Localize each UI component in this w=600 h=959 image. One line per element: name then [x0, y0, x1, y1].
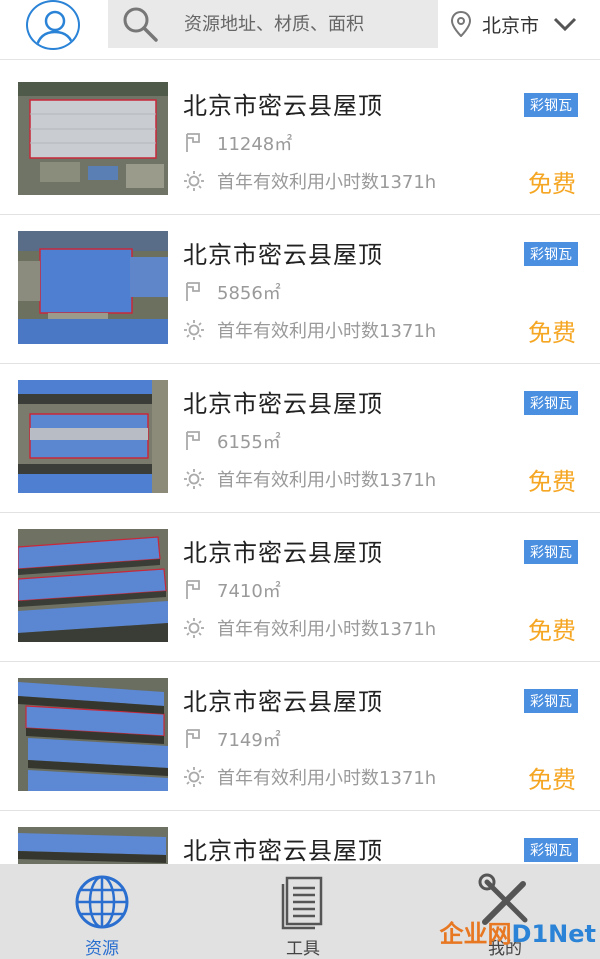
roof-satellite-image — [18, 82, 168, 195]
area-value: 6155㎡ — [217, 432, 281, 453]
hours-value: 首年有效利用小时数1371h — [217, 768, 437, 789]
area-icon — [186, 729, 200, 748]
material-badge: 彩钢瓦 — [524, 540, 578, 564]
area-row: 5856㎡ — [183, 279, 281, 305]
city-selector[interactable]: 北京市 — [450, 4, 577, 44]
list-item[interactable]: 北京市密云县屋顶 彩钢瓦 6155㎡ 首年有效利用小时数1371h 免费 — [0, 364, 600, 513]
area-value: 5856㎡ — [217, 283, 281, 304]
tab-resources-label: 资源 — [85, 939, 119, 959]
list-item[interactable]: 北京市密云县屋顶 彩钢瓦 — [0, 811, 600, 864]
price-label: 免费 — [528, 617, 576, 645]
hours-value: 首年有效利用小时数1371h — [217, 172, 437, 193]
bottom-nav: 资源 工具 我的 企业网D1Net — [0, 864, 600, 959]
item-title: 北京市密云县屋顶 — [183, 92, 383, 120]
search-icon — [123, 7, 158, 42]
area-icon — [186, 431, 200, 450]
top-bar: 北京市 — [0, 0, 600, 60]
list-item[interactable]: 北京市密云县屋顶 彩钢瓦 11248㎡ 首年有效利用小时数1371h 免费 — [0, 66, 600, 215]
hours-value: 首年有效利用小时数1371h — [217, 619, 437, 640]
item-title: 北京市密云县屋顶 — [183, 241, 383, 269]
resource-list: 北京市密云县屋顶 彩钢瓦 11248㎡ 首年有效利用小时数1371h 免费 北京… — [0, 66, 600, 864]
list-item[interactable]: 北京市密云县屋顶 彩钢瓦 5856㎡ 首年有效利用小时数1371h 免费 — [0, 215, 600, 364]
hours-value: 首年有效利用小时数1371h — [217, 321, 437, 342]
hours-row: 首年有效利用小时数1371h — [183, 168, 436, 194]
hours-row: 首年有效利用小时数1371h — [183, 615, 436, 641]
roof-satellite-image — [18, 231, 168, 344]
location-pin-icon — [450, 11, 472, 37]
sun-icon — [184, 767, 204, 787]
area-icon — [186, 133, 200, 152]
search-input[interactable] — [184, 13, 414, 35]
watermark-brand-b: D1Net — [511, 920, 596, 948]
tab-tools[interactable]: 工具 — [248, 872, 358, 959]
sun-icon — [184, 171, 204, 191]
area-icon — [186, 282, 200, 301]
watermark-brand-a: 企业网 — [439, 920, 512, 948]
area-row: 11248㎡ — [183, 130, 292, 156]
material-badge: 彩钢瓦 — [524, 689, 578, 713]
price-label: 免费 — [528, 170, 576, 198]
material-badge: 彩钢瓦 — [524, 391, 578, 415]
item-title: 北京市密云县屋顶 — [183, 688, 383, 716]
price-label: 免费 — [528, 468, 576, 496]
roof-satellite-image — [18, 827, 168, 864]
area-row: 7149㎡ — [183, 726, 281, 752]
item-title: 北京市密云县屋顶 — [183, 539, 383, 567]
hours-row: 首年有效利用小时数1371h — [183, 317, 436, 343]
item-title: 北京市密云县屋顶 — [183, 837, 383, 864]
price-label: 免费 — [528, 766, 576, 794]
area-value: 11248㎡ — [217, 134, 293, 155]
material-badge: 彩钢瓦 — [524, 93, 578, 117]
globe-icon — [75, 875, 129, 929]
area-value: 7149㎡ — [217, 730, 281, 751]
user-avatar-icon[interactable] — [26, 0, 80, 50]
roof-satellite-image — [18, 529, 168, 642]
hours-row: 首年有效利用小时数1371h — [183, 466, 436, 492]
area-row: 7410㎡ — [183, 577, 281, 603]
roof-satellite-image — [18, 678, 168, 791]
roof-satellite-image — [18, 380, 168, 493]
search-bar[interactable] — [108, 0, 438, 48]
hours-value: 首年有效利用小时数1371h — [217, 470, 437, 491]
sun-icon — [184, 469, 204, 489]
document-icon — [281, 876, 323, 930]
item-title: 北京市密云县屋顶 — [183, 390, 383, 418]
price-label: 免费 — [528, 319, 576, 347]
chevron-down-icon — [553, 17, 577, 32]
list-item[interactable]: 北京市密云县屋顶 彩钢瓦 7149㎡ 首年有效利用小时数1371h 免费 — [0, 662, 600, 811]
area-row: 6155㎡ — [183, 428, 281, 454]
hours-row: 首年有效利用小时数1371h — [183, 764, 436, 790]
watermark: 企业网D1Net — [440, 914, 596, 949]
material-badge: 彩钢瓦 — [524, 838, 578, 862]
city-label: 北京市 — [482, 14, 540, 37]
tab-resources[interactable]: 资源 — [47, 872, 157, 959]
list-item[interactable]: 北京市密云县屋顶 彩钢瓦 7410㎡ 首年有效利用小时数1371h 免费 — [0, 513, 600, 662]
tab-tools-label: 工具 — [286, 939, 320, 959]
material-badge: 彩钢瓦 — [524, 242, 578, 266]
sun-icon — [184, 618, 204, 638]
area-icon — [186, 580, 200, 599]
area-value: 7410㎡ — [217, 581, 281, 602]
sun-icon — [184, 320, 204, 340]
